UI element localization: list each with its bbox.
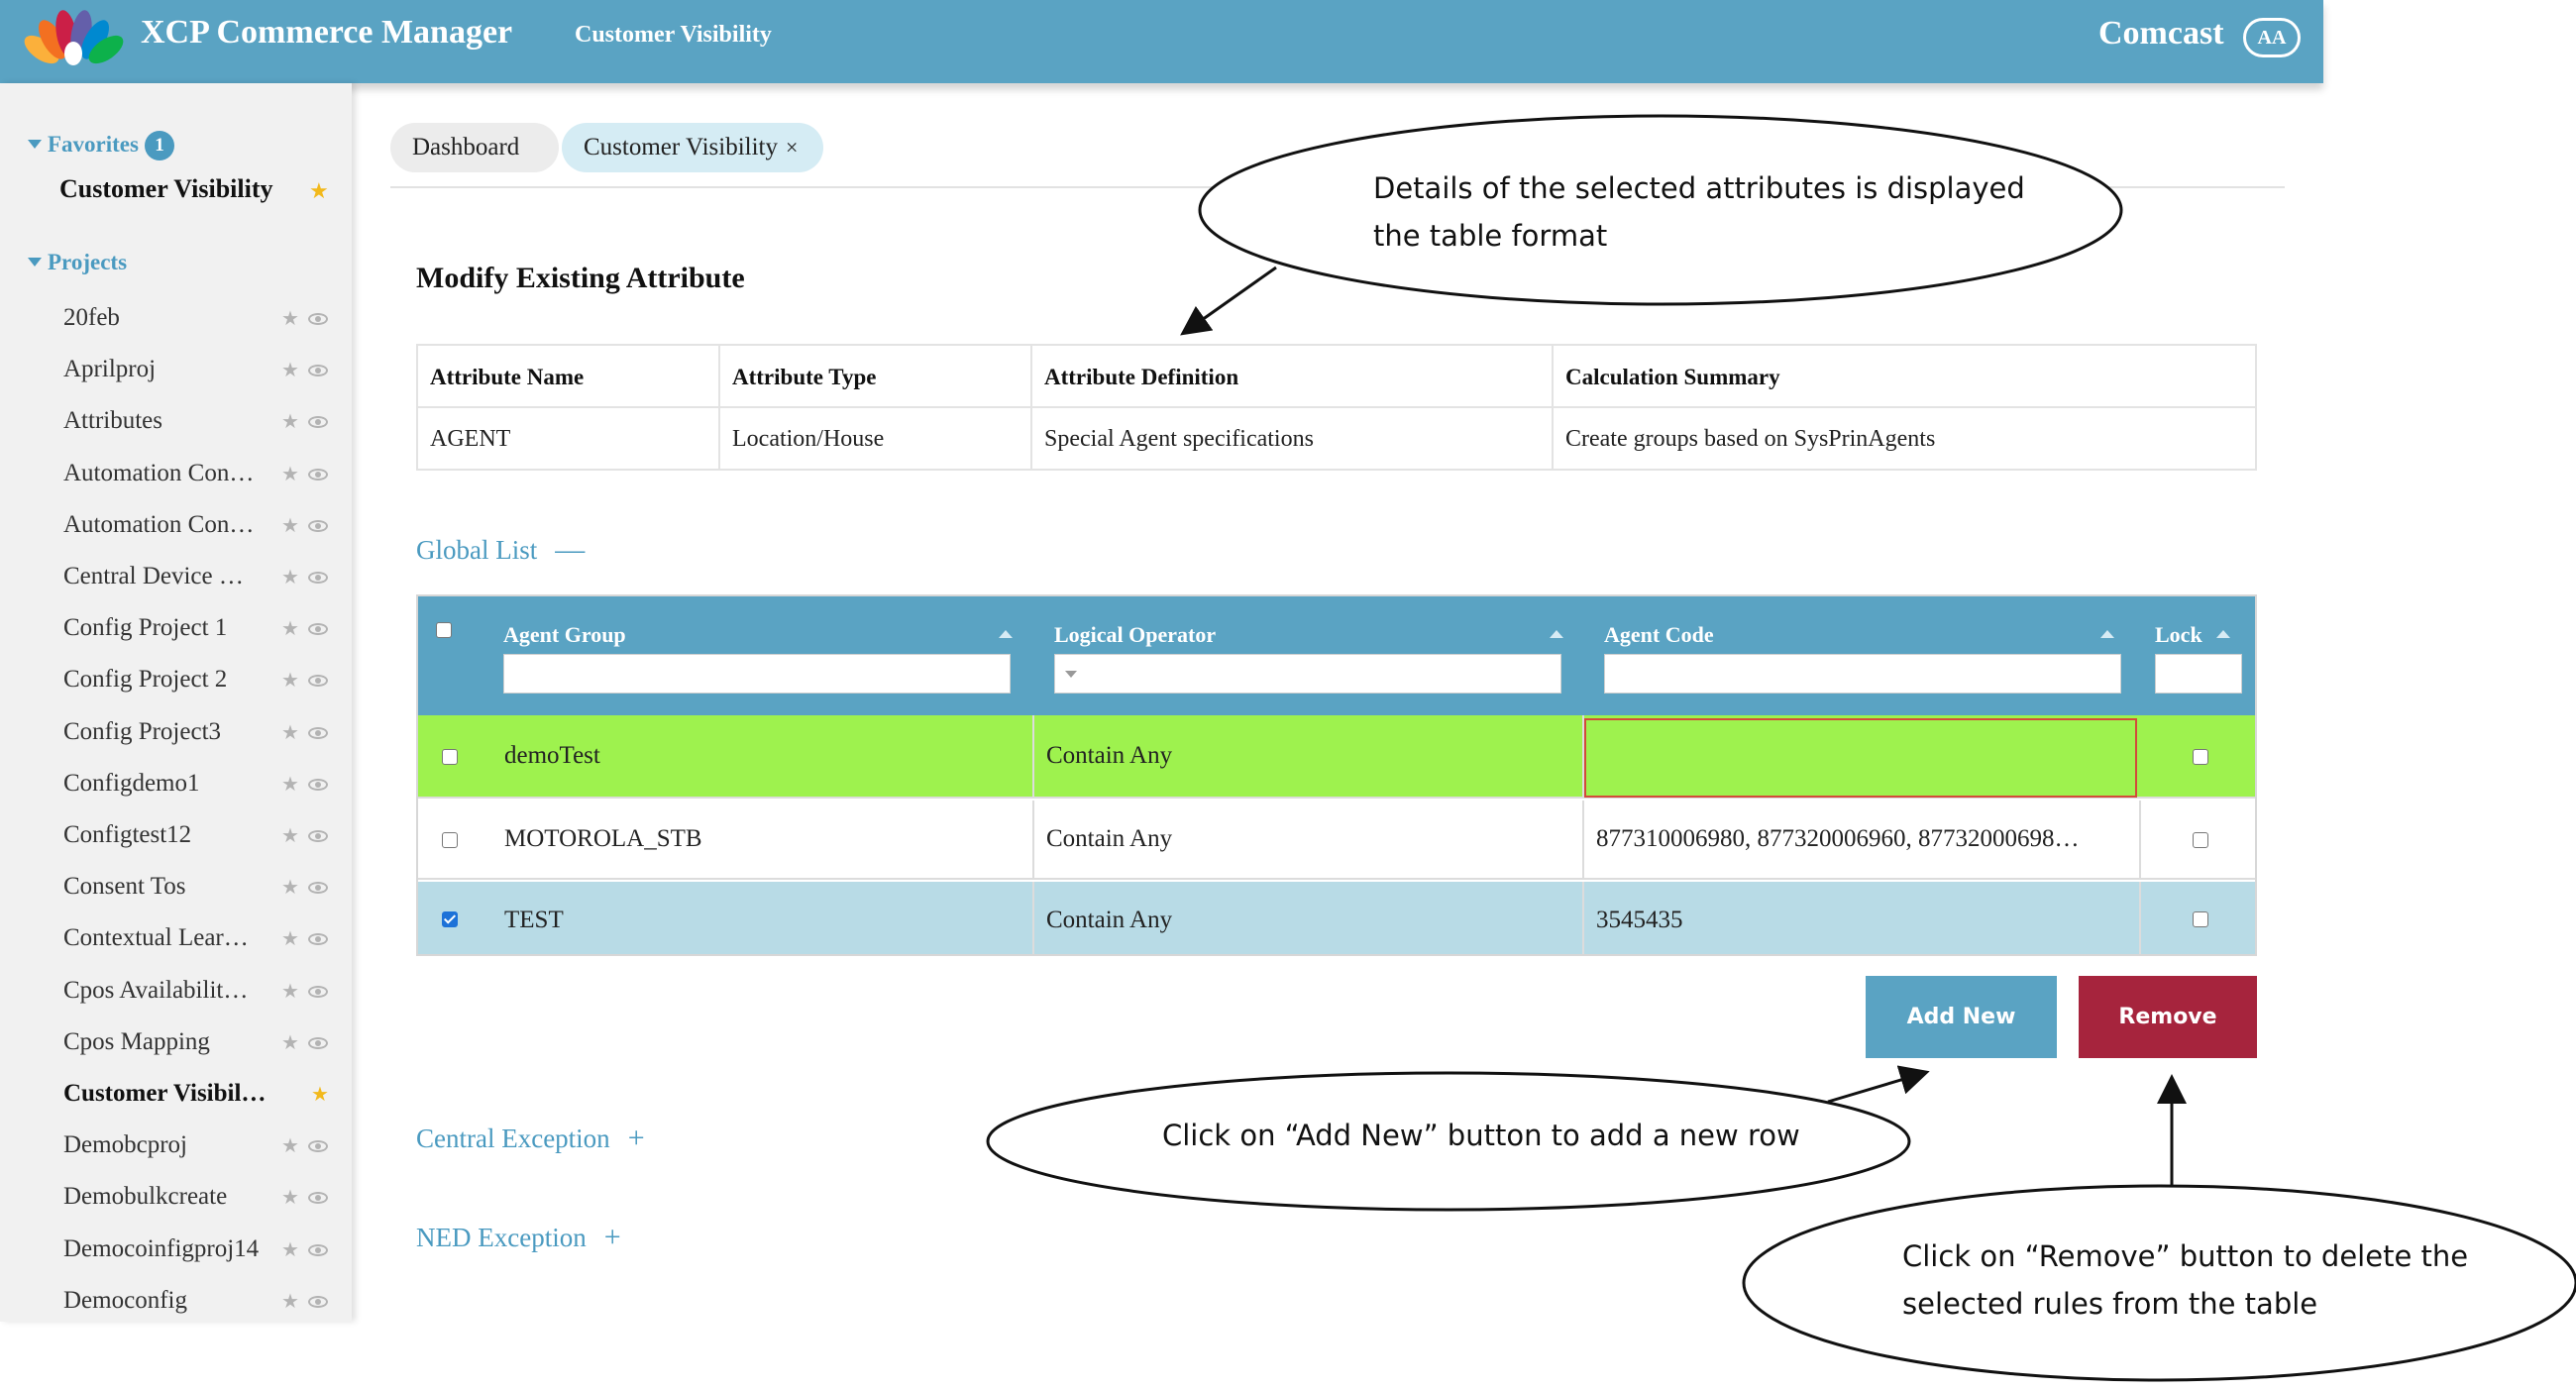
callout-text-remove: Click on “Remove” button to delete the s…	[1902, 1232, 2468, 1328]
callout-details-line-2: the table format	[1373, 219, 1608, 253]
callout-remove-line-2: selected rules from the table	[1902, 1287, 2318, 1321]
callout-text-add-new: Click on “Add New” button to add a new r…	[1162, 1119, 1800, 1152]
callout-arrow-add-new	[1827, 1065, 1930, 1104]
callout-text-details: Details of the selected attributes is di…	[1373, 164, 2025, 260]
annotation-overlay	[986, 114, 2576, 1382]
callout-arrow-details	[1180, 266, 1277, 336]
callout-remove-line-1: Click on “Remove” button to delete the	[1902, 1239, 2469, 1273]
callout-details-line-1: Details of the selected attributes is di…	[1373, 171, 2025, 205]
